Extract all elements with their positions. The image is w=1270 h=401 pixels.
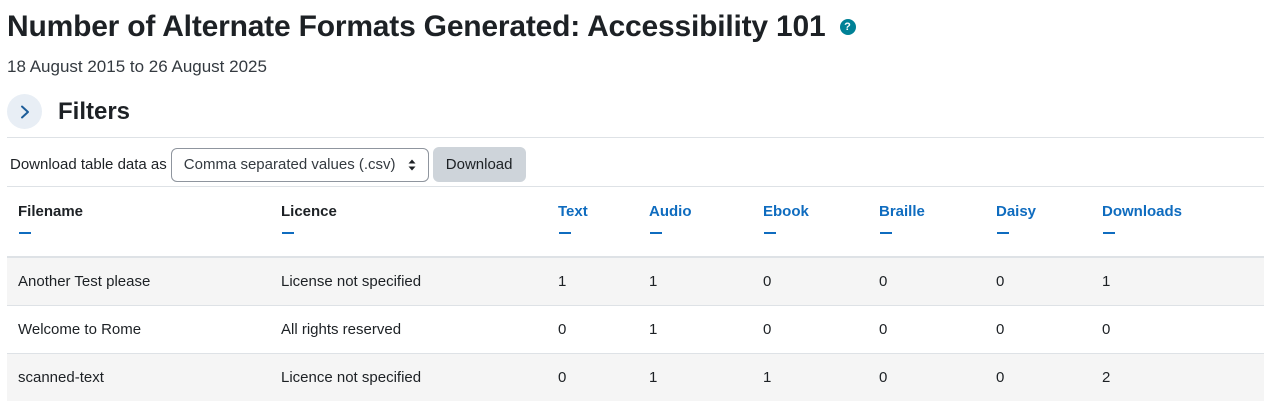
filters-section: Filters <box>7 94 130 129</box>
cell-filename: Another Test please <box>18 273 151 290</box>
cell-ebook: 0 <box>763 273 772 290</box>
select-arrows-icon <box>408 159 416 170</box>
column-header-daisy[interactable]: Daisy <box>996 203 1036 234</box>
cell-text: 1 <box>558 273 567 290</box>
cell-downloads: 1 <box>1102 273 1111 290</box>
table-header: Filename Licence Text Audio Ebook Braill… <box>7 187 1264 256</box>
cell-braille: 0 <box>879 369 888 386</box>
cell-downloads: 2 <box>1102 369 1111 386</box>
column-header-ebook[interactable]: Ebook <box>763 203 809 234</box>
page-header: Number of Alternate Formats Generated: A… <box>7 10 856 44</box>
table-body: Another Test please License not specifie… <box>7 258 1264 401</box>
page-title: Number of Alternate Formats Generated: A… <box>7 10 826 43</box>
cell-audio: 1 <box>649 321 658 338</box>
cell-daisy: 0 <box>996 369 1005 386</box>
cell-licence: Licence not specified <box>281 369 422 386</box>
sort-dash-icon[interactable] <box>1103 232 1115 234</box>
cell-braille: 0 <box>879 321 888 338</box>
table-row: scanned-text Licence not specified 0 1 1… <box>7 354 1264 401</box>
cell-daisy: 0 <box>996 273 1005 290</box>
column-header-downloads[interactable]: Downloads <box>1102 203 1182 234</box>
cell-filename: Welcome to Rome <box>18 321 142 338</box>
sort-dash-icon[interactable] <box>19 232 31 234</box>
sort-dash-icon[interactable] <box>650 232 662 234</box>
cell-ebook: 0 <box>763 321 772 338</box>
cell-audio: 1 <box>649 369 658 386</box>
cell-braille: 0 <box>879 273 888 290</box>
selected-format: Comma separated values (.csv) <box>183 156 396 173</box>
cell-daisy: 0 <box>996 321 1005 338</box>
cell-filename: scanned-text <box>18 369 104 386</box>
divider <box>7 137 1264 138</box>
chevron-right-icon <box>20 105 29 118</box>
table-row: Welcome to Rome All rights reserved 0 1 … <box>7 306 1264 354</box>
cell-text: 0 <box>558 369 567 386</box>
cell-downloads: 0 <box>1102 321 1111 338</box>
cell-audio: 1 <box>649 273 658 290</box>
cell-text: 0 <box>558 321 567 338</box>
column-header-licence: Licence <box>281 203 337 234</box>
column-header-audio[interactable]: Audio <box>649 203 692 234</box>
column-header-text[interactable]: Text <box>558 203 588 234</box>
download-form: Download table data as Comma separated v… <box>10 147 526 182</box>
cell-licence: All rights reserved <box>281 321 402 338</box>
download-format-select[interactable]: Comma separated values (.csv) <box>170 147 429 182</box>
sort-dash-icon[interactable] <box>559 232 571 234</box>
sort-dash-icon[interactable] <box>997 232 1009 234</box>
table-row: Another Test please License not specifie… <box>7 258 1264 306</box>
date-range: 18 August 2015 to 26 August 2025 <box>7 57 267 76</box>
column-header-braille[interactable]: Braille <box>879 203 925 234</box>
sort-dash-icon[interactable] <box>880 232 892 234</box>
help-icon[interactable]: ? <box>839 19 856 35</box>
column-header-filename: Filename <box>18 203 83 234</box>
sort-dash-icon[interactable] <box>764 232 776 234</box>
cell-ebook: 1 <box>763 369 772 386</box>
download-format-label: Download table data as <box>10 156 167 173</box>
sort-dash-icon[interactable] <box>282 232 294 234</box>
cell-licence: License not specified <box>281 273 422 290</box>
download-button[interactable]: Download <box>432 147 526 182</box>
expand-filters-button[interactable] <box>7 94 42 129</box>
filters-heading: Filters <box>58 97 131 125</box>
